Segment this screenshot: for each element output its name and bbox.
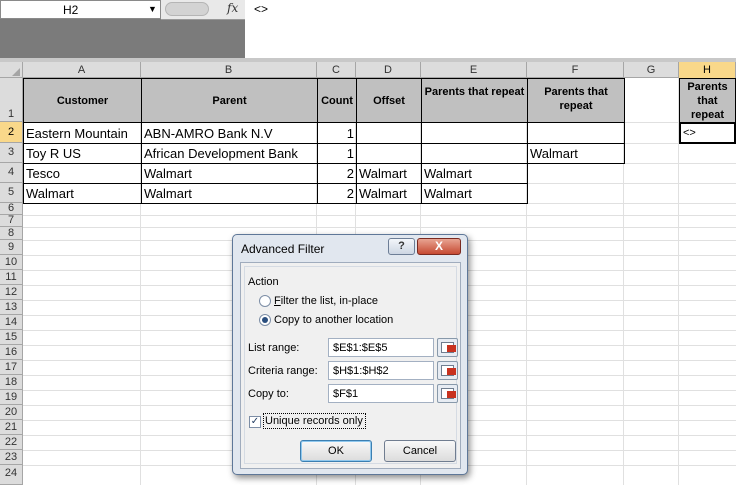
cell-b3[interactable]: African Development Bank [141,143,318,164]
cell-e3[interactable] [421,143,528,164]
row-header-23[interactable]: 23 [0,450,23,465]
copy-to-picker-icon[interactable] [437,384,458,403]
header-cell-repeat-h[interactable]: Parents that repeat [679,78,736,123]
criteria-range-label: Criteria range: [248,365,318,377]
row-header-22[interactable]: 22 [0,435,23,450]
copy-to-location-label[interactable]: Copy to another location [274,314,393,326]
column-header-e[interactable]: E [421,62,527,78]
list-range-label: List range: [248,342,300,354]
gridline [23,215,736,216]
cell-a4[interactable]: Tesco [23,163,142,184]
formula-input[interactable]: <> [245,0,736,20]
row-header-5[interactable]: 5 [0,183,23,203]
cell-d2[interactable] [356,122,422,144]
row-header-14[interactable]: 14 [0,315,23,330]
criteria-range-picker-icon[interactable] [437,361,458,380]
row-header-15[interactable]: 15 [0,330,23,345]
cell-c4[interactable]: 2 [317,163,357,184]
cell-d3[interactable] [356,143,422,164]
column-header-c[interactable]: C [317,62,356,78]
cell-c2[interactable]: 1 [317,122,357,144]
row-header-7[interactable]: 7 [0,215,23,227]
cell-a5[interactable]: Walmart [23,183,142,204]
column-header-b[interactable]: B [141,62,317,78]
header-cell-count[interactable]: Count [317,78,357,123]
row-header-2[interactable]: 2 [0,122,23,143]
name-box[interactable]: H2 ▼ [0,0,161,19]
dialog-title: Advanced Filter [241,242,325,256]
row-header-17[interactable]: 17 [0,360,23,375]
cell-b2[interactable]: ABN-AMRO Bank N.V [141,122,318,144]
column-header-h[interactable]: H [679,62,736,78]
ok-button[interactable]: OK [300,440,372,462]
criteria-range-input[interactable]: $H$1:$H$2 [328,361,434,380]
cell-c3[interactable]: 1 [317,143,357,164]
cell-f3[interactable]: Walmart [527,143,625,164]
row-header-24[interactable]: 24 [0,465,23,485]
row-header-20[interactable]: 20 [0,405,23,420]
row-header-21[interactable]: 21 [0,420,23,435]
cell-b5[interactable]: Walmart [141,183,318,204]
filter-in-place-label[interactable]: Filter the list, in-place [274,295,378,307]
cell-f2[interactable] [527,122,625,144]
cell-e4[interactable]: Walmart [421,163,528,184]
copy-to-label: Copy to: [248,388,289,400]
header-cell-offset[interactable]: Offset [356,78,422,123]
cell-e5[interactable]: Walmart [421,183,528,204]
row-header-13[interactable]: 13 [0,300,23,315]
cell-e2[interactable] [421,122,528,144]
cell-d4[interactable]: Walmart [356,163,422,184]
insert-function-icon[interactable]: fx [227,1,238,15]
column-header-f[interactable]: F [527,62,624,78]
close-button[interactable]: X [417,238,461,255]
advanced-filter-dialog[interactable]: Advanced Filter ? X Action Filter the li… [232,234,468,475]
chevron-down-icon[interactable]: ▼ [148,4,157,14]
list-range-input[interactable]: $E$1:$E$5 [328,338,434,357]
row-header-1[interactable]: 1 [0,78,23,122]
row-header-19[interactable]: 19 [0,390,23,405]
row-header-10[interactable]: 10 [0,255,23,270]
cancel-button[interactable]: Cancel [384,440,456,462]
cell-b4[interactable]: Walmart [141,163,318,184]
cell-a2[interactable]: Eastern Mountain [23,122,142,144]
formula-toggle-icon[interactable] [165,2,209,16]
name-box-value: H2 [63,3,79,17]
column-header-g[interactable]: G [624,62,679,78]
name-box-panel: H2 ▼ fx [0,0,245,60]
cell-d5[interactable]: Walmart [356,183,422,204]
copy-to-location-radio[interactable] [259,314,271,326]
header-cell-parent[interactable]: Parent [141,78,318,123]
action-group-label: Action [248,276,279,288]
formula-tools: fx [161,0,245,20]
header-cell-repeat-f[interactable]: Parents that repeat [527,78,625,123]
row-header-4[interactable]: 4 [0,163,23,183]
gridline [23,227,736,228]
cell-c5[interactable]: 2 [317,183,357,204]
unique-records-checkbox[interactable]: ✓ [249,416,261,428]
list-range-picker-icon[interactable] [437,338,458,357]
column-header-a[interactable]: A [23,62,141,78]
row-header-9[interactable]: 9 [0,240,23,255]
row-header-12[interactable]: 12 [0,285,23,300]
dialog-body: Action Filter the list, in-place Copy to… [240,262,461,469]
action-group: Action Filter the list, in-place Copy to… [244,266,458,464]
header-cell-repeat-e[interactable]: Parents that repeat [421,78,528,123]
row-header-8[interactable]: 8 [0,227,23,240]
cell-a3[interactable]: Toy R US [23,143,142,164]
copy-to-input[interactable]: $F$1 [328,384,434,403]
row-header-3[interactable]: 3 [0,143,23,163]
header-cell-customer[interactable]: Customer [23,78,142,123]
unique-records-label[interactable]: Unique records only [265,415,363,427]
select-all-corner[interactable] [0,62,23,78]
row-header-18[interactable]: 18 [0,375,23,390]
row-header-11[interactable]: 11 [0,270,23,285]
formula-bar: H2 ▼ fx <> [0,0,736,62]
column-headers: A B C D E F G H [0,62,736,78]
row-header-16[interactable]: 16 [0,345,23,360]
cell-h2-selected[interactable]: <> [679,122,736,144]
help-button[interactable]: ? [388,238,415,255]
filter-in-place-radio[interactable] [259,295,271,307]
column-header-d[interactable]: D [356,62,421,78]
